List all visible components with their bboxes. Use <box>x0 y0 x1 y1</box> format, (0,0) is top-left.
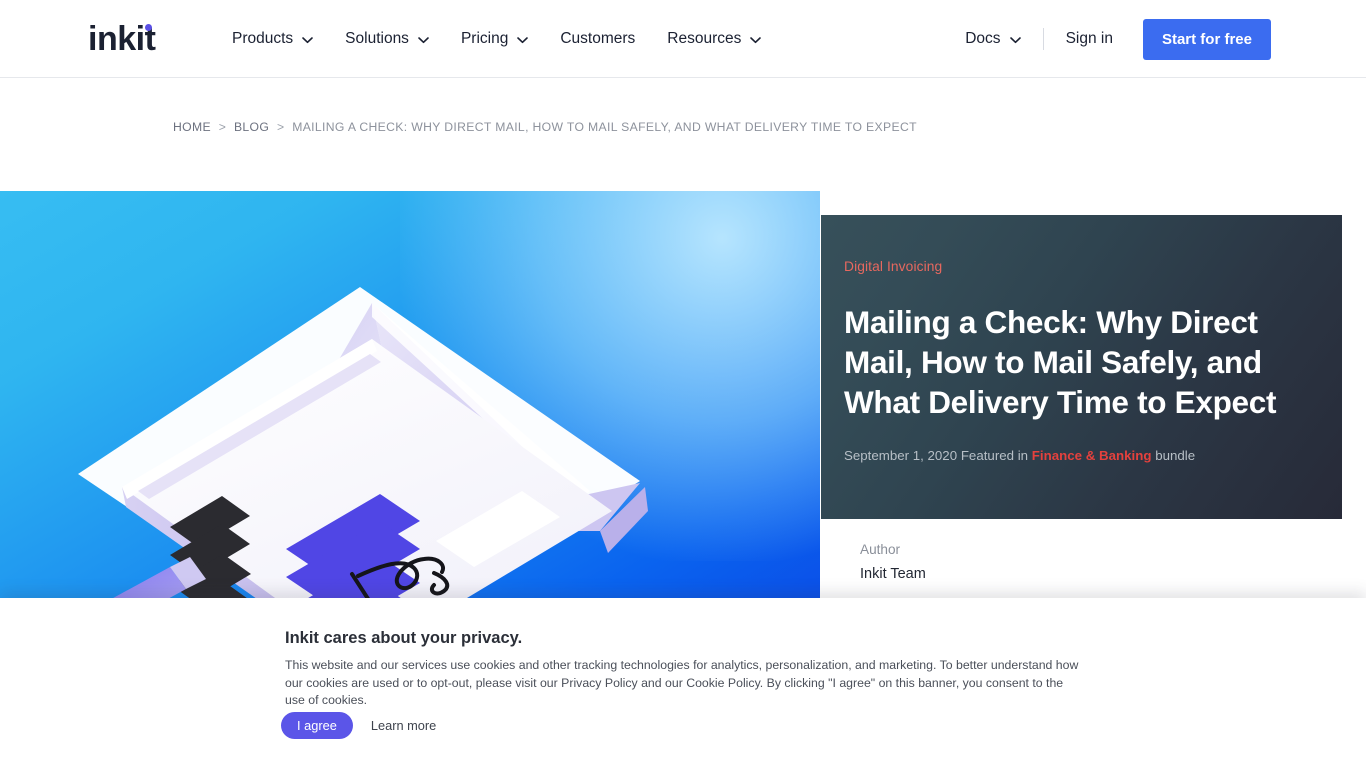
page-title: Mailing a Check: Why Direct Mail, How to… <box>844 304 1277 420</box>
breadcrumb-blog[interactable]: BLOG <box>234 120 269 134</box>
cookie-banner-actions: I agree Learn more <box>281 712 436 739</box>
inkit-logo[interactable]: inkit <box>88 20 156 58</box>
article-meta: September 1, 2020 Featured in Finance & … <box>844 448 1302 463</box>
nav-item-customers[interactable]: Customers <box>560 30 635 48</box>
chevron-down-icon <box>418 36 429 44</box>
learn-more-link[interactable]: Learn more <box>371 718 436 733</box>
isometric-check-envelope-illustration <box>78 287 648 598</box>
hero-image <box>0 191 820 598</box>
breadcrumb-separator: > <box>276 120 285 134</box>
featured-prefix: Featured in <box>960 448 1029 463</box>
author-label: Author <box>860 542 901 557</box>
publish-date: September 1, 2020 <box>844 448 958 463</box>
start-for-free-button[interactable]: Start for free <box>1142 18 1271 60</box>
bundle-suffix: bundle <box>1155 448 1196 463</box>
chevron-down-icon <box>302 36 313 44</box>
cookie-banner-title: Inkit cares about your privacy. <box>285 629 523 647</box>
chevron-down-icon <box>750 36 762 44</box>
breadcrumb: HOME > BLOG > MAILING A CHECK: WHY DIREC… <box>173 120 917 134</box>
primary-navigation: Products Solutions Pricing Customers Res… <box>232 0 762 78</box>
breadcrumb-separator: > <box>218 120 227 134</box>
nav-item-pricing[interactable]: Pricing <box>460 30 529 48</box>
i-agree-button[interactable]: I agree <box>281 712 353 739</box>
bundle-link[interactable]: Finance & Banking <box>1032 448 1152 463</box>
nav-label: Products <box>232 30 294 47</box>
header-actions: Docs Sign in Start for free <box>965 0 1271 78</box>
nav-label: Solutions <box>345 30 409 47</box>
nav-item-solutions[interactable]: Solutions <box>345 30 429 48</box>
breadcrumb-home[interactable]: HOME <box>173 120 211 134</box>
chevron-down-icon <box>517 36 529 44</box>
cookie-banner-text: This website and our services use cookie… <box>285 658 1079 707</box>
author-name: Inkit Team <box>860 566 926 582</box>
nav-item-products[interactable]: Products <box>232 30 313 48</box>
nav-label: Docs <box>965 30 1001 47</box>
breadcrumb-current: MAILING A CHECK: WHY DIRECT MAIL, HOW TO… <box>292 120 917 134</box>
nav-item-resources[interactable]: Resources <box>667 30 762 48</box>
article-category[interactable]: Digital Invoicing <box>844 259 1302 274</box>
nav-label: Resources <box>667 30 742 47</box>
header-divider <box>1042 28 1044 50</box>
author-block: Author Inkit Team <box>860 542 926 582</box>
article-hero-card: Digital Invoicing Mailing a Check: Why D… <box>821 215 1342 519</box>
nav-item-docs[interactable]: Docs <box>965 30 1021 48</box>
chevron-down-icon <box>1009 36 1021 44</box>
sign-in-link[interactable]: Sign in <box>1066 30 1113 48</box>
logo-dot-icon <box>145 24 152 31</box>
cookie-consent-banner: Inkit cares about your privacy. This web… <box>0 598 1366 768</box>
nav-label: Customers <box>560 30 636 47</box>
nav-label: Pricing <box>460 30 509 47</box>
site-header: inkit Products Solutions Pricing Custome… <box>0 0 1366 78</box>
